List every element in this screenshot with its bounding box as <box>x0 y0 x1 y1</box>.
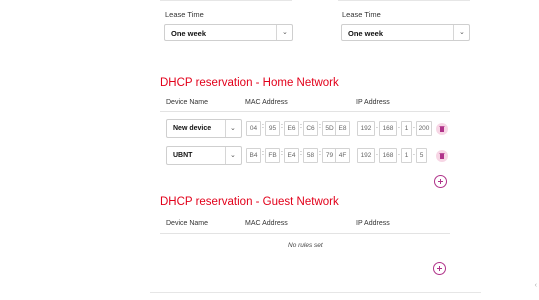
device-name-header: Device Name <box>166 99 209 106</box>
ip-octet-field[interactable]: 192 <box>357 148 375 163</box>
mac-separator: : <box>300 150 302 157</box>
device-name: New device <box>173 125 212 132</box>
mac-separator: : <box>262 123 264 130</box>
mac-octet-field[interactable]: 58 <box>303 148 318 163</box>
mac-separator: : <box>319 123 321 130</box>
device-name-header: Device Name <box>166 220 209 227</box>
mac-separator: : <box>300 123 302 130</box>
chevron-down-icon: ⌄ <box>230 152 236 159</box>
ip-separator: . <box>413 123 415 130</box>
lease-time-value-right: One week <box>348 29 384 38</box>
chevron-down-icon: ⌄ <box>230 125 236 132</box>
plus-circle-icon[interactable] <box>434 175 447 188</box>
mac-octet-field[interactable]: 04 <box>246 121 261 136</box>
ip-octet-field[interactable]: 1 <box>401 148 412 163</box>
mac-address-header: MAC Address <box>245 220 288 227</box>
ip-separator: . <box>398 150 400 157</box>
guest-network-title: DHCP reservation - Guest Network <box>160 196 339 208</box>
select-divider <box>276 25 277 40</box>
trash-icon[interactable] <box>436 123 448 135</box>
bottom-divider <box>150 292 481 293</box>
ip-octet-field[interactable]: 192 <box>357 121 375 136</box>
mac-octet-field[interactable]: E6 <box>284 121 299 136</box>
lease-time-label-right: Lease Time <box>342 10 381 19</box>
mac-separator: : <box>262 150 264 157</box>
mac-octet-field[interactable]: C6 <box>303 121 318 136</box>
top-divider-right <box>338 0 470 1</box>
lease-time-select-right[interactable]: One week ⌄ <box>341 24 470 41</box>
mac-octet-field[interactable]: FB <box>265 148 280 163</box>
ip-octet-field[interactable]: 168 <box>379 121 397 136</box>
ip-octet-field[interactable]: 5 <box>416 148 427 163</box>
device-select-row-1[interactable]: New device ⌄ <box>166 119 242 138</box>
mac-octet-field[interactable]: E8 <box>335 121 350 136</box>
top-divider-left <box>160 0 292 1</box>
mac-octet-field[interactable]: E4 <box>284 148 299 163</box>
lease-time-select-left[interactable]: One week ⌄ <box>164 24 293 41</box>
select-divider <box>225 120 226 137</box>
lease-time-value-left: One week <box>171 29 207 38</box>
chevron-down-icon: ⌄ <box>282 29 288 36</box>
mac-separator: : <box>281 150 283 157</box>
ip-octet-field[interactable]: 1 <box>401 121 412 136</box>
device-select-row-2[interactable]: UBNT ⌄ <box>166 146 242 165</box>
plus-circle-icon[interactable] <box>433 262 446 275</box>
ip-separator: . <box>413 150 415 157</box>
chevron-down-icon: ⌄ <box>459 29 465 36</box>
select-divider <box>453 25 454 40</box>
ip-separator: . <box>376 123 378 130</box>
ip-separator: . <box>376 150 378 157</box>
ip-octet-field[interactable]: 168 <box>379 148 397 163</box>
ip-octet-field[interactable]: 200 <box>416 121 432 136</box>
chevron-left-icon: ‹ <box>534 282 537 289</box>
ip-separator: . <box>398 123 400 130</box>
mac-octet-field[interactable]: 4F <box>335 148 350 163</box>
mac-address-header: MAC Address <box>245 99 288 106</box>
mac-separator: : <box>319 150 321 157</box>
trash-icon[interactable] <box>436 150 448 162</box>
device-name: UBNT <box>173 152 193 159</box>
ip-address-header: IP Address <box>356 220 390 227</box>
lease-time-label-left: Lease Time <box>165 10 204 19</box>
home-network-title: DHCP reservation - Home Network <box>160 77 339 89</box>
mac-separator: : <box>281 123 283 130</box>
mac-octet-field[interactable]: B4 <box>246 148 261 163</box>
header-divider <box>160 111 450 112</box>
empty-rules-message: No rules set <box>288 242 323 249</box>
select-divider <box>225 147 226 164</box>
ip-address-header: IP Address <box>356 99 390 106</box>
header-divider <box>160 233 450 234</box>
mac-octet-field[interactable]: 95 <box>265 121 280 136</box>
